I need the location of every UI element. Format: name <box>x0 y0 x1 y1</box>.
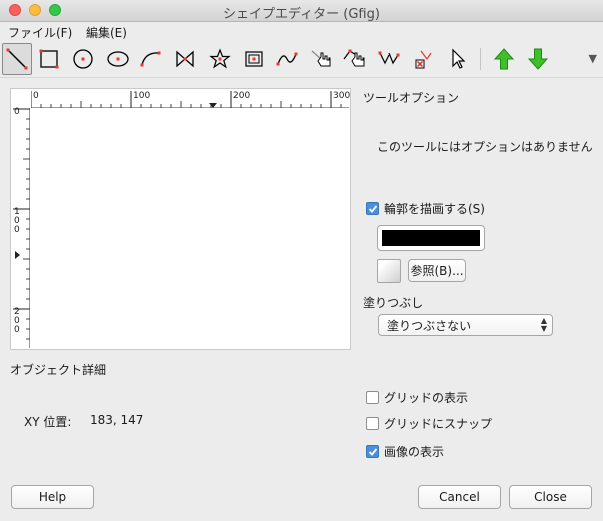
horizontal-ruler-pointer <box>209 103 217 108</box>
select-object-icon <box>452 48 466 69</box>
copy-object-icon <box>378 51 400 65</box>
ellipse-tool-button[interactable] <box>103 43 133 75</box>
object-details-label: オブジェクト詳細 <box>10 363 107 377</box>
show-grid-label: グリッドの表示 <box>384 391 469 405</box>
raise-object-button[interactable] <box>489 43 519 75</box>
help-button[interactable]: Help <box>11 485 94 509</box>
ellipse-tool-icon <box>107 51 129 67</box>
fill-type-select[interactable]: 塗りつぶさない ▲ ▼ <box>378 314 553 336</box>
checkmark-icon <box>368 447 377 456</box>
move-object-icon <box>311 50 331 67</box>
stroke-checkbox[interactable] <box>366 202 379 215</box>
show-grid-checkbox[interactable] <box>366 391 379 404</box>
horizontal-ruler: 0 100 200 300 <box>31 91 351 108</box>
snap-grid-row[interactable]: グリッドにスナップ <box>366 415 492 432</box>
circle-tool-button[interactable] <box>68 43 98 75</box>
ruler-h-label-200: 200 <box>233 91 251 101</box>
show-image-row[interactable]: 画像の表示 <box>366 443 444 460</box>
spiral-tool-icon <box>245 51 263 67</box>
vertical-ruler: 0 1 0 0 2 0 0 <box>13 108 30 348</box>
bezier-tool-button[interactable] <box>272 43 302 75</box>
star-tool-icon <box>209 48 231 69</box>
copy-object-button[interactable] <box>374 43 404 75</box>
select-object-button[interactable] <box>443 43 473 75</box>
brush-gradient-icon <box>377 259 401 283</box>
delete-object-button[interactable] <box>408 43 438 75</box>
ruler-v-label-100: 1 0 0 <box>14 207 20 235</box>
ruler-h-label-100: 100 <box>133 91 151 101</box>
show-image-label: 画像の表示 <box>384 445 445 459</box>
ruler-h-label-300: 300 <box>333 91 351 101</box>
stroke-color-swatch <box>382 230 480 246</box>
checkmark-icon <box>368 204 377 213</box>
close-button[interactable]: Close <box>509 485 592 509</box>
fill-label: 塗りつぶし <box>363 296 424 310</box>
star-tool-button[interactable] <box>205 43 235 75</box>
window-title: シェイプエディター (Gfig) <box>223 7 380 22</box>
snap-grid-label: グリッドにスナップ <box>384 417 493 431</box>
drawing-area[interactable] <box>31 109 349 347</box>
arc-tool-button[interactable] <box>136 43 166 75</box>
vertical-ruler-pointer <box>15 251 20 259</box>
title-bar: シェイプエディター (Gfig) <box>0 0 603 22</box>
move-object-button[interactable] <box>306 43 336 75</box>
move-point-icon <box>343 49 365 67</box>
delete-object-icon <box>415 50 432 69</box>
toolbar-separator <box>480 48 481 70</box>
polygon-tool-icon <box>176 50 194 68</box>
snap-grid-checkbox[interactable] <box>366 417 379 430</box>
arc-tool-icon <box>140 51 161 67</box>
toolbar: ▼ <box>0 40 603 78</box>
raise-object-icon <box>493 48 515 70</box>
menu-file[interactable]: ファイル(F) <box>8 24 72 41</box>
ruler-v-label-0: 0 <box>14 107 20 117</box>
preview-canvas-frame: 0 100 200 300 0 1 0 0 2 0 0 <box>10 88 351 350</box>
menu-edit[interactable]: 編集(E) <box>86 24 127 41</box>
rectangle-tool-icon <box>39 49 59 69</box>
move-point-button[interactable] <box>339 43 369 75</box>
tool-options-title: ツールオプション <box>363 91 460 105</box>
browse-button[interactable]: 参照(B)... <box>408 259 466 282</box>
stroke-color-button[interactable] <box>377 225 485 251</box>
bezier-tool-icon <box>276 52 298 66</box>
ruler-h-label-0: 0 <box>33 91 39 101</box>
toolbar-overflow-icon[interactable]: ▼ <box>589 52 597 65</box>
rectangle-tool-button[interactable] <box>34 43 64 75</box>
lower-object-button[interactable] <box>523 43 553 75</box>
show-image-checkbox[interactable] <box>366 445 379 458</box>
horizontal-ruler-ticks <box>31 91 342 108</box>
stroke-label: 輪郭を描画する(S) <box>384 202 485 216</box>
select-arrows-icon: ▲ ▼ <box>540 316 547 333</box>
lower-object-icon <box>527 48 549 70</box>
spiral-tool-button[interactable] <box>239 43 269 75</box>
fill-type-value: 塗りつぶさない <box>387 318 472 333</box>
ruler-v-label-200: 2 0 0 <box>14 307 20 335</box>
show-grid-row[interactable]: グリッドの表示 <box>366 389 468 406</box>
line-tool-button[interactable] <box>2 43 32 75</box>
cancel-button[interactable]: Cancel <box>418 485 501 509</box>
xy-position-label: XY 位置: <box>24 415 72 429</box>
polygon-tool-button[interactable] <box>170 43 200 75</box>
tool-options-message: このツールにはオプションはありません <box>377 140 593 154</box>
menu-bar: ファイル(F) 編集(E) <box>0 22 603 40</box>
circle-tool-icon <box>73 49 93 69</box>
stroke-checkbox-row[interactable]: 輪郭を描画する(S) <box>366 200 485 217</box>
line-tool-icon <box>6 48 28 70</box>
xy-position-value: 183, 147 <box>90 413 144 427</box>
